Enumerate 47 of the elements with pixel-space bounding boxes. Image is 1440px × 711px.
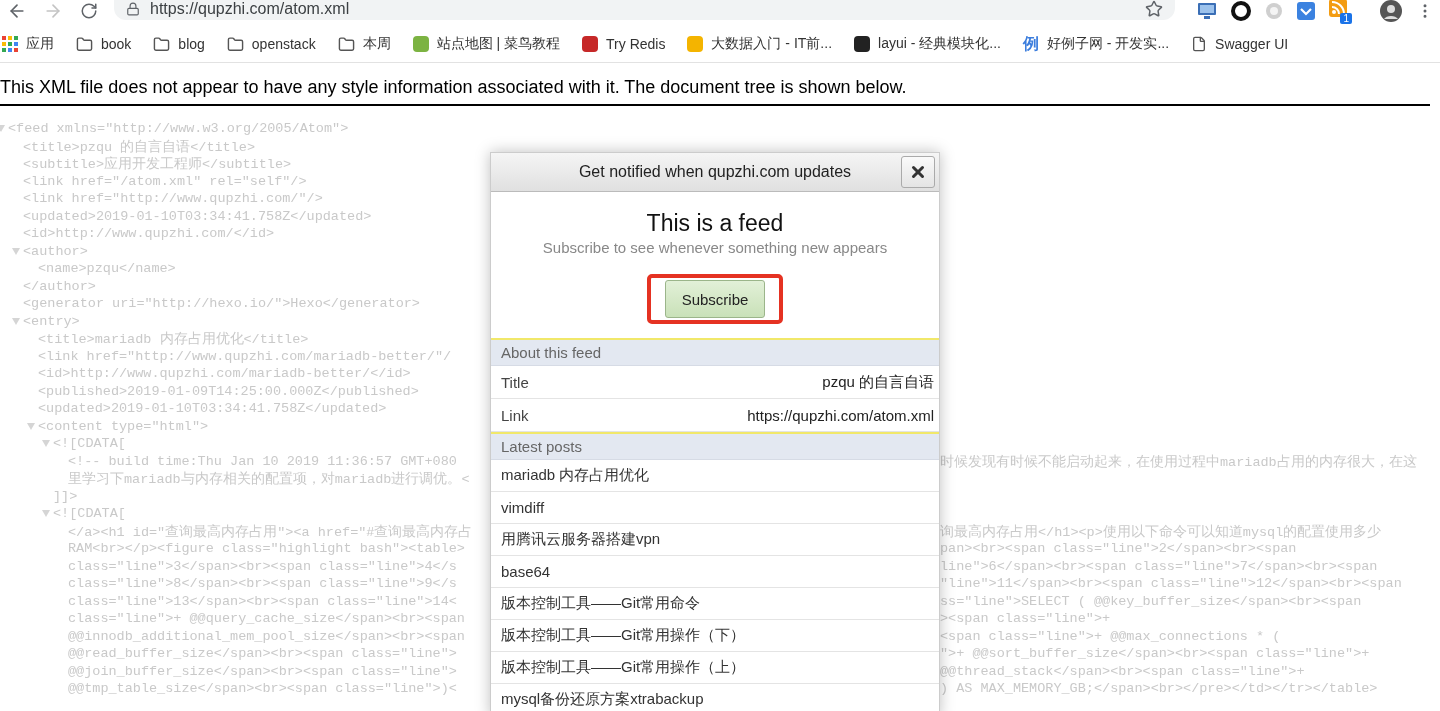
section-title: Latest posts xyxy=(501,438,582,455)
popup-title: Get notified when qupzhi.com updates xyxy=(577,163,853,181)
bookmark-link[interactable]: 本周 xyxy=(337,35,391,53)
star-icon[interactable] xyxy=(1145,0,1163,18)
folder-icon xyxy=(76,35,93,53)
bookmark-link[interactable]: 站点地图 | 菜鸟教程 xyxy=(412,35,561,53)
xml-notice: This XML file does not appear to have any style information associated with it. The document tree is shown below. xyxy=(0,77,908,98)
detail-label: Link xyxy=(501,406,529,424)
feed-subheading: Subscribe to see whenever something new appears xyxy=(542,239,888,256)
bookmark-link[interactable]: layui - 经典模块化... xyxy=(854,35,1001,53)
detail-value: pzqu 的自言自语 xyxy=(822,372,934,392)
close-icon xyxy=(909,163,927,181)
bookmark-link[interactable]: 大数据入门 - IT前... xyxy=(687,35,833,53)
monitor-icon[interactable] xyxy=(1197,2,1217,20)
bookmark-link[interactable]: Try Redis xyxy=(582,36,666,52)
detail-label: Title xyxy=(501,373,529,391)
folder-icon xyxy=(153,35,171,53)
avatar-icon[interactable] xyxy=(1380,0,1402,22)
close-button[interactable] xyxy=(901,156,935,188)
subscribe-button[interactable]: Subscribe xyxy=(665,280,765,318)
bookmark-link[interactable]: openstack xyxy=(226,35,316,53)
post-link[interactable]: base64 xyxy=(491,556,939,588)
folder-icon xyxy=(337,35,355,53)
post-link[interactable]: 版本控制工具——Git常用操作（下） xyxy=(491,620,939,652)
feed-heading: This is a feed xyxy=(646,210,784,237)
folder-icon xyxy=(226,35,244,53)
chevron-icon[interactable] xyxy=(1297,2,1315,20)
lock-icon xyxy=(126,2,140,16)
post-link[interactable]: 用腾讯云服务器搭建vpn xyxy=(491,524,939,556)
post-link[interactable]: mysql备份还原方案xtrabackup xyxy=(491,684,939,711)
post-link[interactable]: 版本控制工具——Git常用操作（上） xyxy=(491,652,939,684)
page-icon xyxy=(1191,36,1208,52)
apps-grid-icon xyxy=(2,36,18,52)
post-link[interactable]: mariadb 内存占用优化 xyxy=(491,460,939,492)
ring-icon[interactable] xyxy=(1231,1,1251,21)
address-field[interactable]: https://qupzhi.com/atom.xml xyxy=(114,0,1175,20)
section-title: About this feed xyxy=(501,344,602,361)
detail-value: https://qupzhi.com/atom.xml xyxy=(747,406,934,424)
post-link[interactable]: vimdiff xyxy=(491,492,939,524)
favicon-icon: 例 xyxy=(1022,33,1039,55)
bookmark-link[interactable]: 应用 xyxy=(2,35,54,53)
bookmark-link[interactable]: 例 好例子网 - 开发实... xyxy=(1022,33,1170,55)
bookmark-link[interactable]: book xyxy=(76,35,132,53)
bookmark-link[interactable]: Swagger UI xyxy=(1191,36,1289,52)
xml-line: ]]> xyxy=(53,488,78,504)
post-link[interactable]: 版本控制工具——Git常用命令 xyxy=(491,588,939,620)
bookmark-link[interactable]: blog xyxy=(153,35,205,53)
